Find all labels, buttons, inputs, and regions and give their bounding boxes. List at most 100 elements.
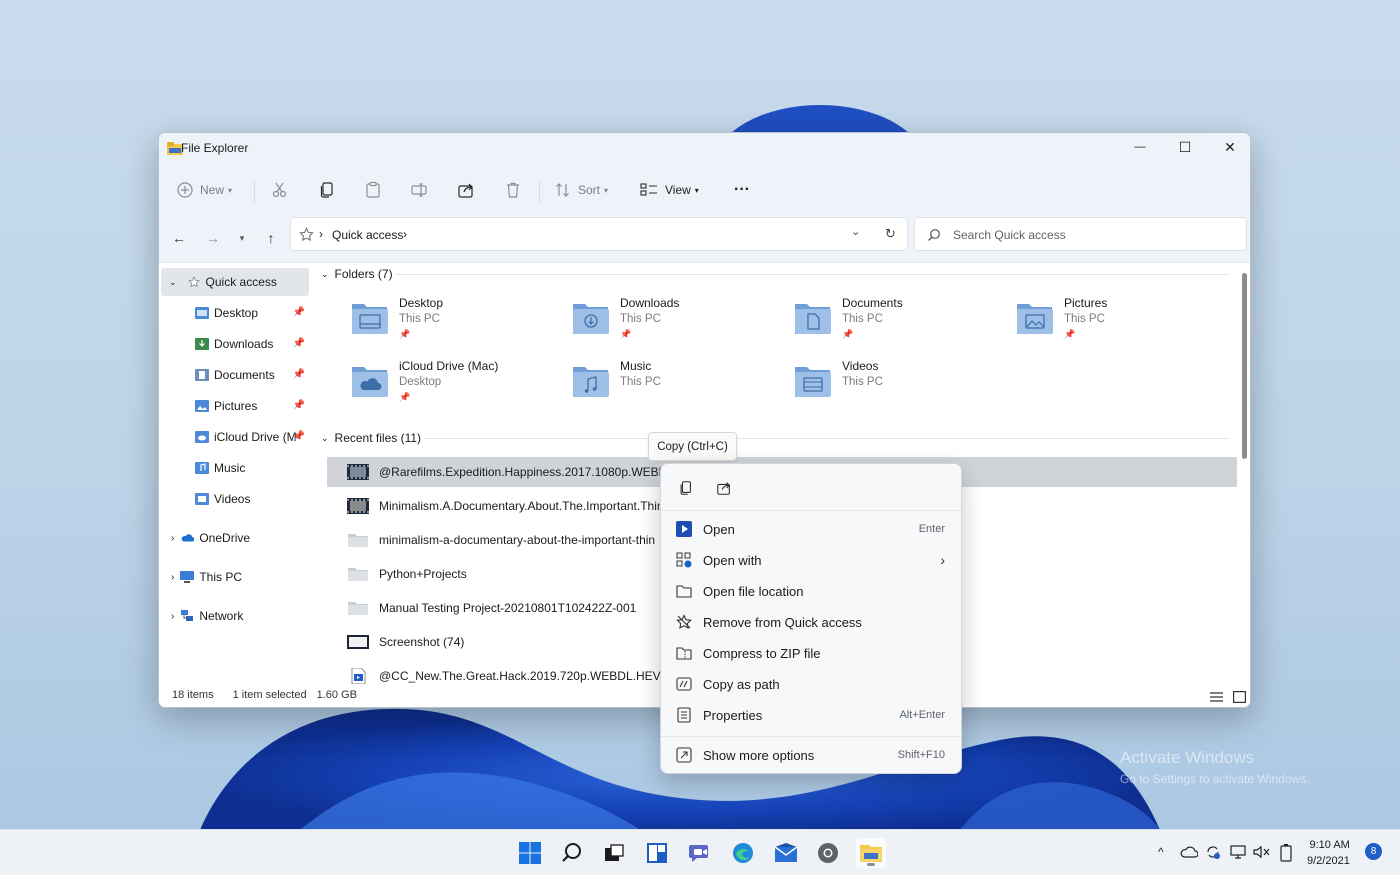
paste-button[interactable] xyxy=(364,176,382,204)
chevron-down-icon: ▾ xyxy=(228,185,233,195)
nav-item-label: Pictures xyxy=(214,399,258,413)
folder-tile-pictures[interactable]: Pictures This PC 📌 xyxy=(1016,296,1226,352)
nav-item-downloads[interactable]: Downloads 📌 xyxy=(161,330,309,358)
folder-tile-documents[interactable]: Documents This PC 📌 xyxy=(794,296,1004,352)
chevron-down-icon: ⌄ xyxy=(321,432,329,443)
pictures-folder-icon xyxy=(195,400,209,412)
nav-item-icloud-drive[interactable]: iCloud Drive (M 📌 xyxy=(161,423,309,451)
nav-item-label: iCloud Drive (M xyxy=(214,430,297,444)
nav-item-desktop[interactable]: Desktop 📌 xyxy=(161,299,309,327)
menu-item-open-with[interactable]: Open with › xyxy=(667,545,955,575)
chrome-button[interactable] xyxy=(813,838,843,868)
watermark-subtitle: Go to Settings to activate Windows. xyxy=(1120,772,1310,786)
onedrive-tray-icon[interactable] xyxy=(1180,846,1198,858)
icloud-folder-icon xyxy=(195,431,209,443)
breadcrumb-quick-access[interactable]: Quick access xyxy=(332,228,403,242)
volume-muted-icon[interactable] xyxy=(1253,845,1271,859)
pin-icon: 📌 xyxy=(842,329,854,339)
recent-files-group-header[interactable]: ⌄ Recent files (11) xyxy=(321,431,421,445)
minimize-button[interactable]: — xyxy=(1117,133,1163,161)
address-dropdown-icon[interactable]: ⌄ xyxy=(851,225,860,238)
folder-tile-videos[interactable]: Videos This PC xyxy=(794,359,1004,415)
nav-item-label: Documents xyxy=(214,368,275,382)
chevron-down-icon: ▾ xyxy=(239,232,245,243)
nav-item-network[interactable]: › Network xyxy=(161,602,309,630)
nav-item-videos[interactable]: Videos xyxy=(161,485,309,513)
menu-item-label: Compress to ZIP file xyxy=(703,645,821,661)
nav-item-pictures[interactable]: Pictures 📌 xyxy=(161,392,309,420)
menu-item-remove-quick-access[interactable]: Remove from Quick access xyxy=(667,607,955,637)
menu-item-compress-zip[interactable]: Compress to ZIP file xyxy=(667,638,955,668)
rename-button[interactable] xyxy=(410,176,428,204)
folders-group-header[interactable]: ⌄ Folders (7) xyxy=(321,267,393,281)
vertical-scrollbar[interactable] xyxy=(1242,273,1247,459)
cut-button[interactable] xyxy=(271,176,289,204)
copy-button[interactable] xyxy=(318,176,336,204)
folder-tile-icloud-drive[interactable]: iCloud Drive (Mac) Desktop 📌 xyxy=(351,359,561,415)
back-button[interactable]: ← xyxy=(168,227,190,249)
context-copy-button[interactable] xyxy=(671,473,701,503)
title-bar[interactable]: File Explorer — ☐ ✕ xyxy=(159,133,1250,165)
details-view-icon[interactable] xyxy=(1210,691,1223,703)
file-name: Minimalism.A.Documentary.About.The.Impor… xyxy=(379,499,671,513)
maximize-button[interactable]: ☐ xyxy=(1162,133,1208,161)
chat-button[interactable] xyxy=(685,838,715,868)
menu-item-copy-as-path[interactable]: Copy as path xyxy=(667,669,955,699)
new-label: New xyxy=(200,183,225,197)
share-button[interactable] xyxy=(457,176,475,204)
forward-button[interactable]: → xyxy=(202,227,224,249)
more-options-button[interactable]: ··· xyxy=(734,176,750,204)
widgets-button[interactable] xyxy=(642,838,672,868)
search-icon xyxy=(928,229,940,241)
folder-tile-desktop[interactable]: Desktop This PC 📌 xyxy=(351,296,561,352)
context-share-button[interactable] xyxy=(709,473,739,503)
menu-item-show-more-options[interactable]: Show more options Shift+F10 xyxy=(667,740,955,770)
desktop-folder-icon xyxy=(352,304,388,334)
menu-item-open-file-location[interactable]: Open file location xyxy=(667,576,955,606)
breadcrumb-separator: › xyxy=(319,227,323,241)
search-taskbar-button[interactable] xyxy=(557,838,587,868)
sync-icon[interactable] xyxy=(1205,844,1221,860)
task-view-icon xyxy=(605,844,624,861)
up-button[interactable]: ↑ xyxy=(260,227,282,249)
network-icon xyxy=(181,610,194,621)
new-button[interactable]: New ▾ xyxy=(177,176,232,204)
rename-icon xyxy=(411,183,427,197)
tiles-view-icon[interactable] xyxy=(1233,691,1246,703)
notification-badge[interactable]: 8 xyxy=(1365,843,1382,860)
pin-icon: 📌 xyxy=(399,329,411,339)
nav-item-music[interactable]: Music xyxy=(161,454,309,482)
clock[interactable]: 9:10 AM 9/2/2021 xyxy=(1307,837,1350,869)
delete-button[interactable] xyxy=(504,176,522,204)
network-tray-icon[interactable] xyxy=(1230,845,1246,859)
nav-item-quick-access[interactable]: ⌄ Quick access xyxy=(161,268,309,296)
menu-item-properties[interactable]: Properties Alt+Enter xyxy=(667,700,955,730)
view-button[interactable]: View ▾ xyxy=(640,176,699,204)
menu-item-label: Open file location xyxy=(703,583,804,599)
battery-icon[interactable] xyxy=(1280,844,1292,862)
nav-item-onedrive[interactable]: › OneDrive xyxy=(161,524,309,552)
folder-tile-downloads[interactable]: Downloads This PC 📌 xyxy=(572,296,782,352)
edge-button[interactable] xyxy=(728,838,758,868)
task-view-button[interactable] xyxy=(599,838,629,868)
clipboard-icon xyxy=(366,181,380,198)
menu-item-open[interactable]: Open Enter xyxy=(667,514,955,544)
properties-icon xyxy=(675,706,693,724)
nav-item-label: Downloads xyxy=(214,337,274,351)
documents-folder-icon xyxy=(795,304,831,334)
nav-item-this-pc[interactable]: › This PC xyxy=(161,563,309,591)
mail-button[interactable] xyxy=(771,838,801,868)
menu-item-label: Properties xyxy=(703,707,763,723)
close-button[interactable]: ✕ xyxy=(1207,133,1250,161)
file-explorer-taskbar-button[interactable] xyxy=(856,838,886,868)
refresh-icon[interactable]: ↻ xyxy=(885,226,896,242)
nav-item-documents[interactable]: Documents 📌 xyxy=(161,361,309,389)
tray-overflow-chevron[interactable]: ^ xyxy=(1158,845,1164,859)
search-box[interactable]: Search Quick access xyxy=(914,217,1247,251)
breadcrumb-separator[interactable]: › xyxy=(403,227,407,241)
start-button[interactable] xyxy=(515,838,545,868)
folder-tile-music[interactable]: Music This PC xyxy=(572,359,782,415)
address-bar[interactable]: › Quick access › ⌄ ↻ xyxy=(290,217,908,251)
sort-button[interactable]: Sort ▾ xyxy=(555,176,608,204)
recent-locations-button[interactable]: ▾ xyxy=(231,227,253,249)
